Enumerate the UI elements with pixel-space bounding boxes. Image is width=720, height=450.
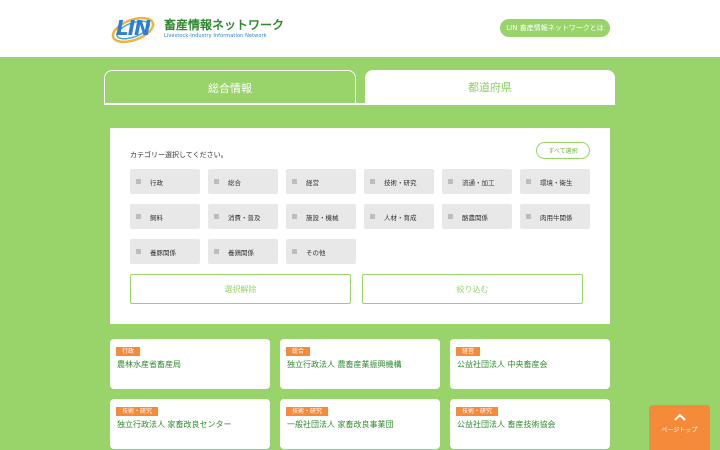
site-logo[interactable]: LIN 畜産情報ネットワーク Livestock-Industry Inform…	[110, 10, 284, 46]
result-card[interactable]: 技術・研究 独立行政法人 家畜改良センター	[110, 399, 270, 449]
checkbox-icon	[214, 249, 219, 254]
tab-prefectures[interactable]: 都道府県	[365, 70, 615, 104]
category-label: 行政	[150, 178, 163, 187]
result-card[interactable]: 技術・研究 公益社団法人 畜産技術協会	[450, 399, 610, 449]
category-checkbox-yokei[interactable]: 養鶏関係	[208, 239, 278, 264]
organization-name: 公益社団法人 畜産技術協会	[457, 420, 556, 429]
category-checkbox-nikuyogyu[interactable]: 肉用牛関係	[520, 204, 590, 229]
checkbox-icon	[292, 179, 297, 184]
category-checkbox-jinzai[interactable]: 人材・育成	[364, 204, 434, 229]
category-checkbox-sogo[interactable]: 総合	[208, 169, 278, 194]
category-tag: 総合	[286, 347, 311, 356]
page-top-button[interactable]: ページトップ	[649, 405, 710, 450]
checkbox-icon	[526, 179, 531, 184]
checkbox-icon	[136, 179, 141, 184]
clear-selection-button[interactable]: 選択解除	[130, 274, 351, 304]
result-card[interactable]: 行政 農林水産省畜産局	[110, 339, 270, 389]
page-top-label: ページトップ	[661, 427, 698, 434]
category-tag: 技術・研究	[116, 407, 159, 416]
organization-name: 独立行政法人 家畜改良センター	[117, 420, 232, 429]
site-subtitle: Livestock-Industry Information Network	[164, 32, 267, 39]
checkbox-icon	[214, 214, 219, 219]
category-checkbox-ryutsu[interactable]: 流通・加工	[442, 169, 512, 194]
checkbox-icon	[214, 179, 219, 184]
category-tag: 経営	[456, 347, 481, 356]
category-tag: 技術・研究	[456, 407, 499, 416]
result-card[interactable]: 総合 独立行政法人 農畜産業振興機構	[280, 339, 440, 389]
checkbox-icon	[448, 179, 453, 184]
category-tag: 行政	[116, 347, 141, 356]
organization-name: 独立行政法人 農畜産業振興機構	[287, 360, 402, 369]
chevron-up-icon	[673, 413, 686, 421]
organization-name: 農林水産省畜産局	[117, 360, 181, 369]
checkbox-icon	[136, 214, 141, 219]
category-checkbox-shiryo[interactable]: 飼料	[130, 204, 200, 229]
category-checkbox-yoton[interactable]: 養豚関係	[130, 239, 200, 264]
category-checkbox-keiei[interactable]: 経営	[286, 169, 356, 194]
category-checkbox-shisetsu[interactable]: 施設・機械	[286, 204, 356, 229]
filter-button[interactable]: 絞り込む	[362, 274, 583, 304]
category-prompt: カテゴリー選択してください。	[130, 151, 228, 159]
category-label: 流通・加工	[462, 178, 495, 187]
category-label: 人材・育成	[384, 213, 417, 222]
category-label: 施設・機械	[306, 213, 339, 222]
category-label: 酪農関係	[462, 213, 488, 222]
site-title: 畜産情報ネットワーク	[164, 17, 285, 32]
category-tag: 技術・研究	[286, 407, 329, 416]
category-panel: カテゴリー選択してください。 すべて選択 行政 総合 経営 技術・研究 流通・加…	[110, 128, 610, 324]
category-label: 養鶏関係	[228, 248, 254, 257]
checkbox-icon	[526, 214, 531, 219]
checkbox-icon	[292, 249, 297, 254]
category-label: 総合	[228, 178, 241, 187]
category-label: 飼料	[150, 213, 163, 222]
organization-name: 公益社団法人 中央畜産会	[457, 360, 548, 369]
logo-mark-text: LIN	[116, 16, 151, 40]
result-card[interactable]: 経営 公益社団法人 中央畜産会	[450, 339, 610, 389]
checkbox-icon	[448, 214, 453, 219]
category-label: 養豚関係	[150, 248, 176, 257]
category-checkbox-rakuno[interactable]: 酪農関係	[442, 204, 512, 229]
result-card[interactable]: 技術・研究 一般社団法人 家畜改良事業団	[280, 399, 440, 449]
select-all-button[interactable]: すべて選択	[536, 142, 590, 159]
about-lin-button[interactable]: LIN 畜産情報ネットワークとは	[500, 19, 610, 37]
site-header: LIN 畜産情報ネットワーク Livestock-Industry Inform…	[0, 0, 720, 57]
tab-underline	[104, 103, 615, 105]
lin-logo-icon: LIN	[110, 10, 160, 46]
tab-general-info[interactable]: 総合情報	[104, 70, 356, 104]
checkbox-icon	[370, 214, 375, 219]
category-checkbox-kankyo[interactable]: 環境・衛生	[520, 169, 590, 194]
category-label: 環境・衛生	[540, 178, 573, 187]
checkbox-icon	[136, 249, 141, 254]
organization-name: 一般社団法人 家畜改良事業団	[287, 420, 394, 429]
category-checkbox-sonota[interactable]: その他	[286, 239, 356, 264]
category-checkbox-shohi[interactable]: 消費・普及	[208, 204, 278, 229]
checkbox-icon	[370, 179, 375, 184]
category-label: 肉用牛関係	[540, 213, 573, 222]
category-label: 技術・研究	[384, 178, 417, 187]
category-checkbox-gyosei[interactable]: 行政	[130, 169, 200, 194]
category-label: 消費・普及	[228, 213, 261, 222]
category-checkbox-gijutsu[interactable]: 技術・研究	[364, 169, 434, 194]
category-label: その他	[306, 248, 326, 257]
category-label: 経営	[306, 178, 319, 187]
checkbox-icon	[292, 214, 297, 219]
